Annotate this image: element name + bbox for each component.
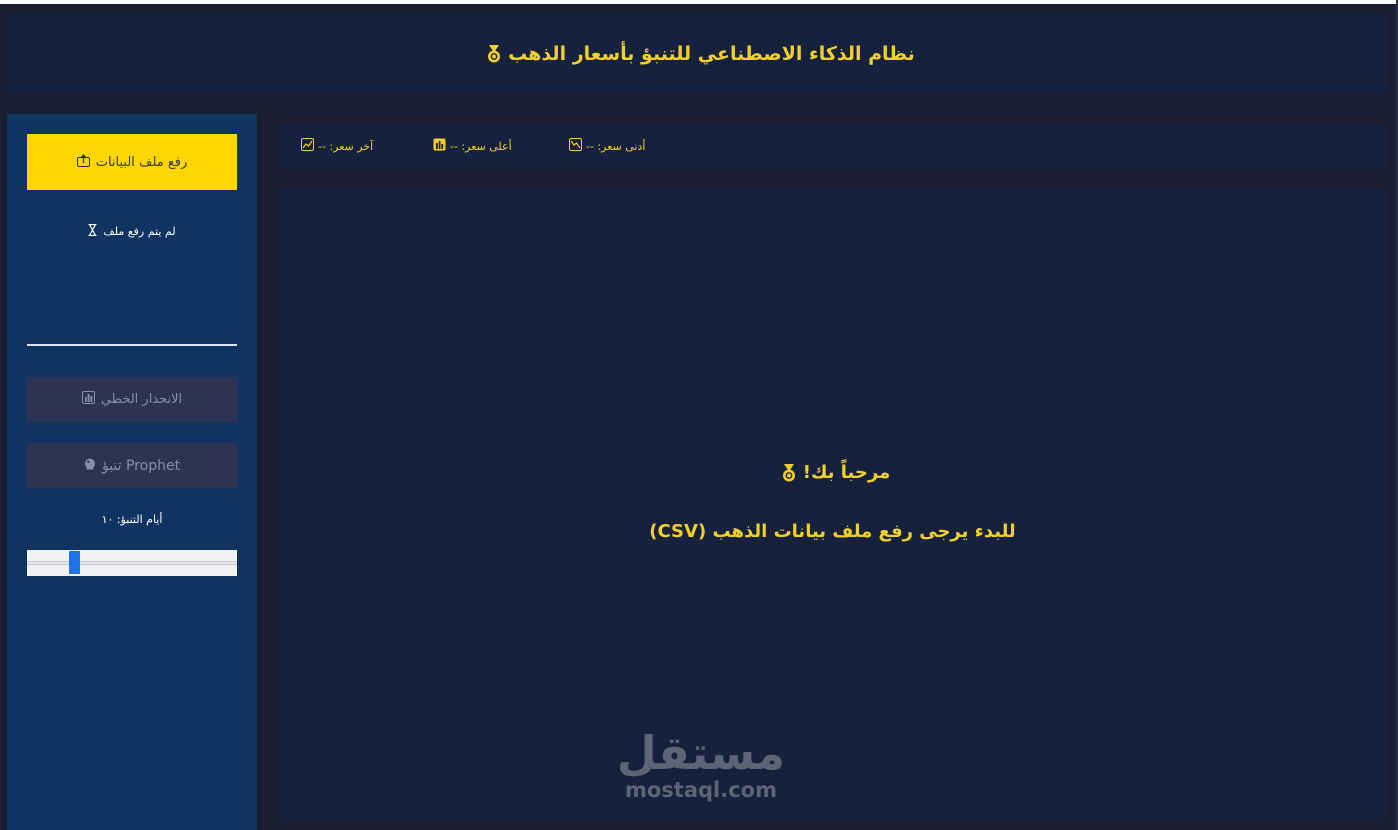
slider-thumb[interactable]: [69, 551, 80, 574]
stat-high-price: أعلى سعر: --: [433, 124, 512, 168]
bar-chart-icon: [433, 138, 446, 154]
prophet-forecast-button[interactable]: Prophet تنبؤ: [27, 443, 237, 488]
app-header: نظام الذكاء الاصطناعي للتنبؤ بأسعار الذه…: [7, 14, 1388, 94]
upload-data-button[interactable]: رفع ملف البيانات: [27, 134, 237, 190]
medal-icon: [781, 463, 797, 482]
watermark: مستقل mostaql.com: [611, 728, 791, 802]
linear-regression-label: الانحدار الخطي: [100, 392, 183, 407]
window-top-border: [0, 0, 1398, 4]
upload-status-text: لم يتم رفع ملف: [103, 225, 176, 238]
high-price-text: أعلى سعر: --: [450, 139, 512, 153]
page-title: نظام الذكاء الاصطناعي للتنبؤ بأسعار الذه…: [508, 43, 915, 65]
stat-last-price: آخر سعر: --: [301, 124, 373, 168]
welcome-title-row: مرحباً بك!: [277, 462, 1388, 483]
sidebar-divider: [27, 344, 237, 346]
linear-regression-button[interactable]: الانحدار الخطي: [27, 377, 237, 422]
bar-chart-icon: [81, 391, 95, 408]
chart-icon: [301, 138, 314, 154]
main-panel: مرحباً بك! للبدء يرجى رفع ملف بيانات الذ…: [277, 188, 1388, 820]
welcome-subtitle: للبدء يرجى رفع ملف بيانات الذهب (CSV): [649, 521, 1016, 542]
hourglass-icon: [88, 223, 97, 239]
price-stats-bar: آخر سعر: -- أعلى سعر: -- أدنى سعر: --: [277, 124, 1388, 168]
upload-icon: [76, 153, 90, 171]
crystal-ball-icon: [84, 458, 96, 474]
trend-down-icon: [569, 138, 582, 154]
forecast-days-label: أيام التنبؤ: ١٠: [101, 513, 163, 526]
medal-icon: [486, 45, 502, 63]
upload-button-label: رفع ملف البيانات: [95, 154, 188, 170]
stat-low-price: أدنى سعر: --: [569, 124, 645, 168]
forecast-days-slider[interactable]: [27, 550, 237, 576]
upload-status: لم يتم رفع ملف: [27, 223, 237, 239]
sidebar: رفع ملف البيانات لم يتم رفع ملف الانحدار…: [7, 114, 257, 830]
watermark-english: mostaql.com: [625, 778, 777, 802]
last-price-text: آخر سعر: --: [318, 139, 374, 153]
low-price-text: أدنى سعر: --: [586, 139, 646, 153]
prophet-forecast-label: Prophet تنبؤ: [101, 457, 181, 474]
slider-track: [27, 561, 237, 565]
welcome-title: مرحباً بك!: [802, 462, 891, 483]
watermark-arabic: مستقل: [616, 726, 786, 780]
